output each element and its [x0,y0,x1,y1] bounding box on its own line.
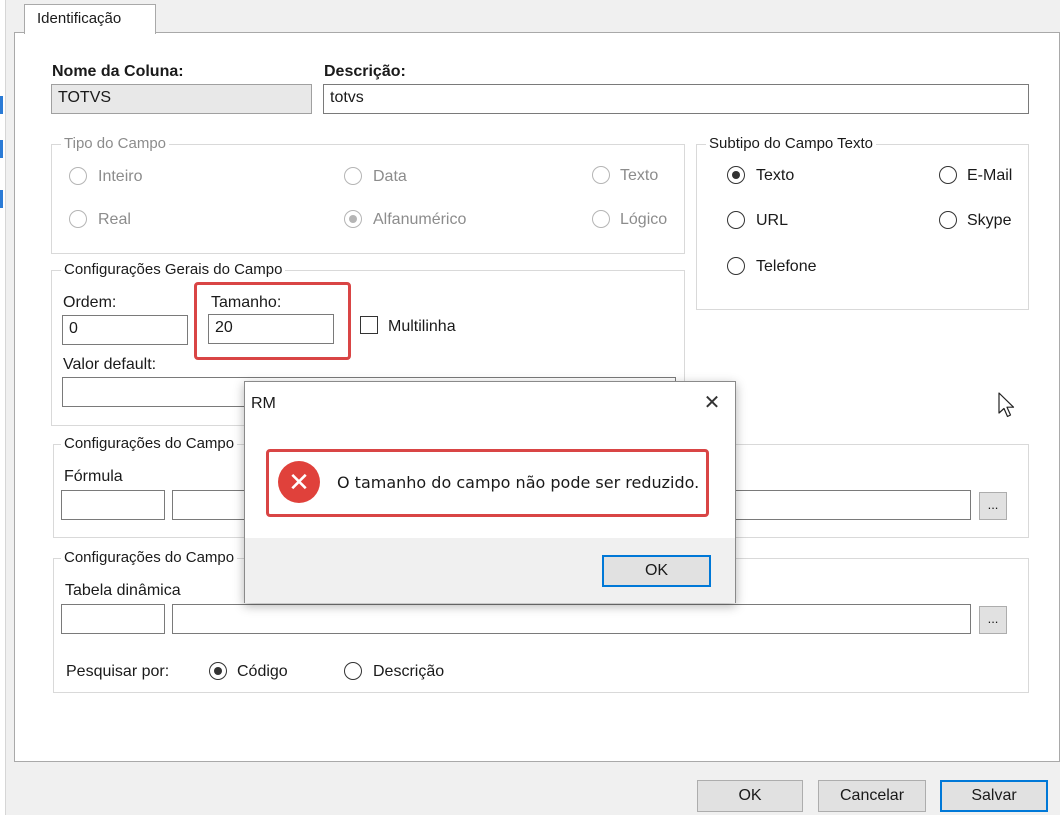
radio-subtipo-telefone[interactable] [727,257,745,275]
tabela-description-field[interactable] [172,604,971,634]
salvar-button[interactable]: Salvar [940,780,1048,812]
tamanho-highlight [194,282,351,360]
radio-pesquisar-descricao-label: Descrição [373,663,445,680]
radio-pesquisar-codigo-label: Código [237,663,288,680]
edge-marker [0,96,3,114]
radio-subtipo-texto[interactable] [727,166,745,184]
formula-code-field[interactable] [61,490,165,520]
cancelar-button[interactable]: Cancelar [818,780,926,812]
radio-subtipo-email[interactable] [939,166,957,184]
config-gerais-title: Configurações Gerais do Campo [61,261,286,278]
radio-alfanumerico[interactable] [344,210,362,228]
nome-coluna-label: Nome da Coluna: [52,63,184,80]
radio-real-label: Real [98,211,131,228]
radio-inteiro[interactable] [69,167,87,185]
valor-default-label: Valor default: [63,356,157,373]
radio-subtipo-email-label: E-Mail [967,167,1013,184]
radio-texto[interactable] [592,166,610,184]
radio-subtipo-telefone-label: Telefone [756,258,817,275]
radio-subtipo-skype[interactable] [939,211,957,229]
edge-marker [0,190,3,208]
ordem-label: Ordem: [63,294,117,311]
formula-browse-button[interactable]: ... [979,492,1007,520]
tab-identificacao[interactable]: Identificação [24,4,156,34]
radio-data-label: Data [373,168,407,185]
radio-selected-dot [731,170,740,179]
radio-data[interactable] [344,167,362,185]
dialog-close-icon[interactable]: ✕ [697,389,727,417]
tab-label: Identificação [37,10,122,27]
pesquisar-label: Pesquisar por: [66,663,170,680]
radio-inteiro-label: Inteiro [98,168,143,185]
radio-selected-dot [348,214,357,223]
radio-pesquisar-codigo[interactable] [209,662,227,680]
message-highlight [266,449,709,517]
formula-label: Fórmula [64,468,123,485]
tipo-campo-group [51,144,685,254]
ok-button[interactable]: OK [697,780,803,812]
error-dialog: RM ✕ ✕ O tamanho do campo não pode ser r… [244,381,736,603]
descricao-field[interactable]: totvs [323,84,1029,114]
edge-marker [0,140,3,158]
left-window-edge [0,0,6,815]
radio-selected-dot [213,666,222,675]
radio-subtipo-url[interactable] [727,211,745,229]
radio-real[interactable] [69,210,87,228]
radio-subtipo-skype-label: Skype [967,212,1012,229]
nome-coluna-field[interactable]: TOTVS [51,84,312,114]
multilinha-label: Multilinha [388,318,456,335]
config-tabela-title: Configurações do Campo [61,549,238,566]
dialog-title: RM [251,395,276,412]
tabela-browse-button[interactable]: ... [979,606,1007,634]
multilinha-checkbox[interactable] [360,316,378,334]
tabela-code-field[interactable] [61,604,165,634]
ordem-field[interactable]: 0 [62,315,188,345]
subtipo-title: Subtipo do Campo Texto [706,135,876,152]
radio-logico[interactable] [592,210,610,228]
tipo-campo-title: Tipo do Campo [61,135,169,152]
tabela-dinamica-label: Tabela dinâmica [65,582,181,599]
radio-texto-label: Texto [620,167,659,184]
radio-subtipo-texto-label: Texto [756,167,795,184]
radio-pesquisar-descricao[interactable] [344,662,362,680]
config-formula-title: Configurações do Campo [61,435,238,452]
dialog-ok-button[interactable]: OK [602,555,711,587]
dialog-button-area: OK [245,538,735,603]
descricao-label: Descrição: [324,63,406,80]
mouse-cursor-icon [998,392,1015,418]
radio-logico-label: Lógico [620,211,668,228]
radio-subtipo-url-label: URL [756,212,789,229]
radio-alfanumerico-label: Alfanumérico [373,211,467,228]
